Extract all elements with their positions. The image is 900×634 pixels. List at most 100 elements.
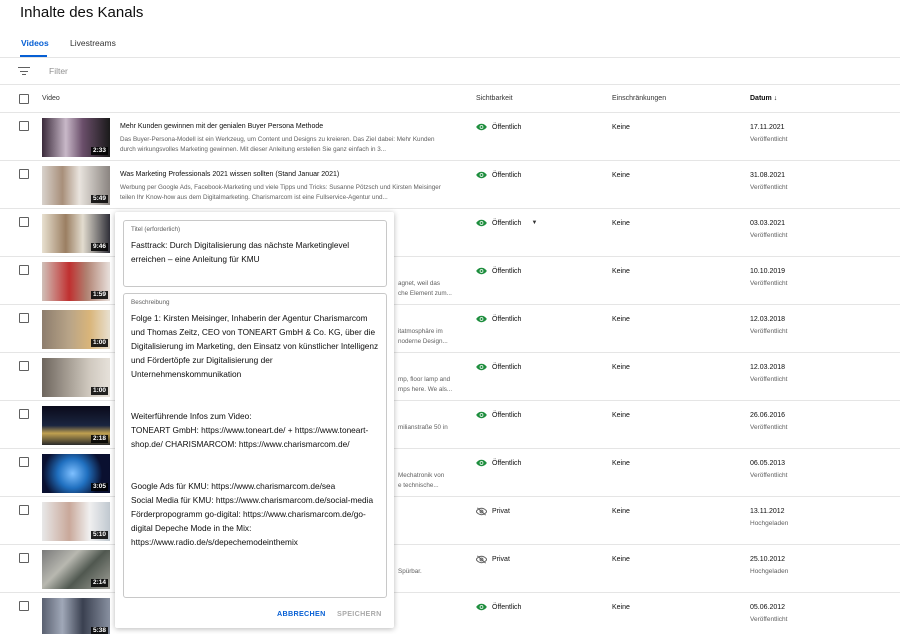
- duration-badge: 1:59: [90, 291, 108, 299]
- video-description-tail: Spürbar.: [398, 568, 422, 575]
- tab-livestreams[interactable]: Livestreams: [70, 38, 116, 48]
- filter-icon[interactable]: [18, 67, 30, 76]
- visibility-cell[interactable]: Öffentlich: [476, 123, 521, 131]
- sort-arrow-icon: ↓: [773, 95, 778, 102]
- date-label: 13.11.2012: [750, 508, 785, 515]
- video-title[interactable]: Mehr Kunden gewinnen mit der genialen Bu…: [120, 123, 323, 130]
- visibility-label: Öffentlich: [492, 411, 522, 419]
- visibility-cell[interactable]: Öffentlich: [476, 363, 521, 371]
- video-thumbnail[interactable]: 1:59: [42, 262, 110, 301]
- date-label: 31.08.2021: [750, 172, 786, 179]
- eye-icon: [476, 411, 492, 419]
- eye-icon: [476, 123, 492, 131]
- duration-badge: 9:46: [90, 243, 108, 251]
- video-description-tail: Mechatronik von e technische...: [398, 472, 445, 489]
- visibility-label: Öffentlich: [492, 267, 522, 275]
- row-checkbox[interactable]: [19, 505, 29, 515]
- restriction-label: Keine: [612, 364, 630, 371]
- video-thumbnail[interactable]: 5:10: [42, 502, 110, 541]
- duration-badge: 5:38: [90, 627, 108, 634]
- date-label: 26.06.2016: [750, 412, 786, 419]
- visibility-cell[interactable]: Öffentlich: [476, 459, 521, 467]
- row-checkbox[interactable]: [19, 409, 29, 419]
- visibility-cell[interactable]: Öffentlich: [476, 171, 521, 179]
- save-button[interactable]: SPEICHERN: [337, 609, 382, 618]
- video-thumbnail[interactable]: 2:18: [42, 406, 110, 445]
- row-checkbox[interactable]: [19, 457, 29, 467]
- eye-off-icon: [476, 507, 492, 516]
- row-checkbox[interactable]: [19, 121, 29, 131]
- duration-badge: 5:10: [90, 531, 108, 539]
- column-restrictions[interactable]: Einschränkungen: [612, 95, 666, 102]
- description-field[interactable]: Beschreibung Folge 1: Kirsten Meisinger,…: [123, 293, 387, 598]
- duration-badge: 2:18: [90, 435, 108, 443]
- video-title[interactable]: Was Marketing Professionals 2021 wissen …: [120, 171, 339, 178]
- eye-icon: [476, 363, 492, 371]
- date-label: 10.10.2019: [750, 268, 786, 275]
- description-field-label: Beschreibung: [131, 299, 170, 306]
- visibility-cell[interactable]: Privat: [476, 507, 510, 516]
- video-description: Werbung per Google Ads, Facebook-Marketi…: [120, 184, 441, 201]
- video-thumbnail[interactable]: 5:49: [42, 166, 110, 205]
- publish-status: Veröffentlicht: [750, 616, 788, 623]
- row-checkbox[interactable]: [19, 553, 29, 563]
- row-checkbox[interactable]: [19, 313, 29, 323]
- duration-badge: 1:00: [90, 339, 108, 347]
- video-thumbnail[interactable]: 1:00: [42, 358, 110, 397]
- restriction-label: Keine: [612, 460, 630, 467]
- cancel-button[interactable]: ABBRECHEN: [277, 609, 326, 618]
- video-thumbnail[interactable]: 9:46: [42, 214, 110, 253]
- column-visibility[interactable]: Sichtbarkeit: [476, 95, 513, 102]
- visibility-cell[interactable]: Öffentlich: [476, 267, 521, 275]
- column-date[interactable]: Datum ↓: [750, 95, 777, 102]
- date-label: 17.11.2021: [750, 124, 785, 131]
- filter-input[interactable]: Filter: [49, 66, 68, 76]
- publish-status: Veröffentlicht: [750, 184, 788, 191]
- publish-status: Veröffentlicht: [750, 424, 788, 431]
- title-field-value[interactable]: Fasttrack: Durch Digitalisierung das näc…: [131, 238, 379, 266]
- video-thumbnail[interactable]: 2:33: [42, 118, 110, 157]
- visibility-label: Öffentlich: [492, 315, 522, 323]
- visibility-label: Öffentlich: [492, 363, 522, 371]
- publish-status: Veröffentlicht: [750, 328, 788, 335]
- row-checkbox[interactable]: [19, 601, 29, 611]
- duration-badge: 3:05: [90, 483, 108, 491]
- eye-icon: [476, 315, 492, 323]
- visibility-cell[interactable]: Öffentlich ▼: [476, 219, 537, 227]
- duration-badge: 1:00: [90, 387, 108, 395]
- dropdown-arrow-icon[interactable]: ▼: [531, 220, 537, 226]
- visibility-label: Öffentlich: [492, 459, 522, 467]
- row-checkbox[interactable]: [19, 217, 29, 227]
- video-thumbnail[interactable]: 1:00: [42, 310, 110, 349]
- restriction-label: Keine: [612, 220, 630, 227]
- title-field[interactable]: Titel (erforderlich) Fasttrack: Durch Di…: [123, 220, 387, 287]
- tab-videos[interactable]: Videos: [21, 38, 49, 48]
- date-label: 12.03.2018: [750, 316, 786, 323]
- description-field-value[interactable]: Folge 1: Kirsten Meisinger, Inhaberin de…: [131, 311, 379, 549]
- eye-icon: [476, 219, 492, 227]
- row-checkbox[interactable]: [19, 169, 29, 179]
- video-thumbnail[interactable]: 5:38: [42, 598, 110, 634]
- restriction-label: Keine: [612, 268, 630, 275]
- duration-badge: 2:33: [90, 147, 108, 155]
- row-checkbox[interactable]: [19, 265, 29, 275]
- date-label: 05.06.2012: [750, 604, 786, 611]
- visibility-cell[interactable]: Öffentlich: [476, 603, 521, 611]
- title-field-label: Titel (erforderlich): [131, 226, 181, 233]
- table-row[interactable]: 2:33 Mehr Kunden gewinnen mit der geniale…: [0, 113, 900, 161]
- date-label: 03.03.2021: [750, 220, 786, 227]
- publish-status: Veröffentlicht: [750, 280, 788, 287]
- publish-status: Veröffentlicht: [750, 232, 788, 239]
- select-all-checkbox[interactable]: [19, 94, 29, 104]
- row-checkbox[interactable]: [19, 361, 29, 371]
- restriction-label: Keine: [612, 316, 630, 323]
- visibility-cell[interactable]: Privat: [476, 555, 510, 564]
- video-thumbnail[interactable]: 2:14: [42, 550, 110, 589]
- visibility-cell[interactable]: Öffentlich: [476, 411, 521, 419]
- publish-status: Veröffentlicht: [750, 472, 788, 479]
- video-description-tail: mp, floor lamp and mps here. We als...: [398, 376, 453, 393]
- visibility-cell[interactable]: Öffentlich: [476, 315, 521, 323]
- video-thumbnail[interactable]: 3:05: [42, 454, 110, 493]
- duration-badge: 5:49: [90, 195, 108, 203]
- table-row[interactable]: 5:49 Was Marketing Professionals 2021 wis…: [0, 161, 900, 209]
